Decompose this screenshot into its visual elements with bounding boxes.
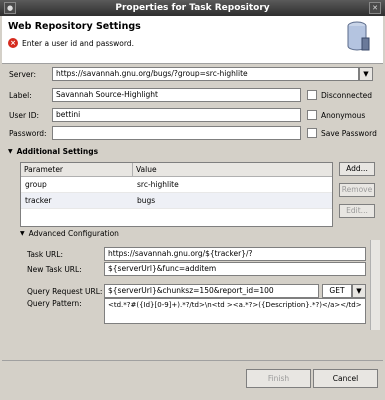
expand-triangle-icon: ▼ xyxy=(20,230,25,237)
anonymous-checkbox-row[interactable]: Anonymous xyxy=(307,110,365,120)
close-icon[interactable]: ✕ xyxy=(369,2,381,14)
password-field[interactable] xyxy=(52,126,301,140)
server-dropdown-button[interactable]: ▼ xyxy=(359,67,373,81)
save-password-checkbox[interactable] xyxy=(307,128,317,138)
additional-settings-toggle[interactable]: ▼ Additional Settings xyxy=(8,147,98,156)
table-cell-parameter: tracker xyxy=(25,196,52,205)
save-password-label: Save Password xyxy=(321,128,377,138)
column-header-value[interactable]: Value xyxy=(133,163,332,176)
additional-settings-title: Additional Settings xyxy=(16,147,99,156)
footer-separator xyxy=(2,360,383,361)
add-button[interactable]: Add... xyxy=(339,162,375,176)
column-header-parameter[interactable]: Parameter xyxy=(21,163,133,176)
new-task-url-label: New Task URL: xyxy=(27,265,82,274)
edit-button[interactable]: Edit... xyxy=(339,204,375,218)
table-header: Parameter Value xyxy=(21,163,332,177)
table-row[interactable]: group src-highlite xyxy=(21,177,332,193)
table-cell-value: bugs xyxy=(137,196,156,205)
remove-button[interactable]: Remove xyxy=(339,183,375,197)
anonymous-label: Anonymous xyxy=(321,110,366,120)
new-task-url-field[interactable]: ${serverUrl}&func=additem xyxy=(104,262,366,276)
query-request-url-field[interactable]: ${serverUrl}&chunksz=150&report_id=100 xyxy=(104,284,319,298)
disconnected-checkbox-row[interactable]: Disconnected xyxy=(307,90,372,100)
table-cell-parameter: group xyxy=(25,180,47,189)
window-title: Properties for Task Repository xyxy=(115,3,270,13)
advanced-configuration-toggle[interactable]: ▼ Advanced Configuration xyxy=(20,229,119,238)
label-label: Label: xyxy=(9,91,32,100)
task-url-label: Task URL: xyxy=(27,250,63,259)
window-menu-icon[interactable]: ● xyxy=(4,2,16,14)
label-field[interactable]: Savannah Source-Highlight xyxy=(52,88,301,102)
userid-field[interactable]: bettini xyxy=(52,108,301,122)
parameters-table: Parameter Value group src-highlite track… xyxy=(20,162,333,227)
task-url-field[interactable]: https://savannah.gnu.org/${tracker}/? xyxy=(104,247,366,261)
method-select[interactable]: GET xyxy=(322,284,352,298)
save-password-checkbox-row[interactable]: Save Password xyxy=(307,128,377,138)
query-request-url-label: Query Request URL: xyxy=(27,287,103,296)
method-dropdown-button[interactable]: ▼ xyxy=(352,284,366,298)
advanced-configuration-title: Advanced Configuration xyxy=(28,229,119,238)
error-message: × Enter a user id and password. xyxy=(8,38,134,48)
disconnected-checkbox[interactable] xyxy=(307,90,317,100)
userid-label: User ID: xyxy=(9,111,39,120)
error-text: Enter a user id and password. xyxy=(22,38,134,48)
query-pattern-label: Query Pattern: xyxy=(27,299,82,308)
disconnected-label: Disconnected xyxy=(321,90,373,100)
repository-icon xyxy=(347,21,370,51)
page-title: Web Repository Settings xyxy=(8,21,141,32)
wizard-header: Web Repository Settings × Enter a user i… xyxy=(2,16,383,64)
table-cell-value: src-highlite xyxy=(137,180,179,189)
window-titlebar: ● Properties for Task Repository ✕ xyxy=(0,0,385,16)
password-label: Password: xyxy=(9,129,47,138)
query-pattern-textarea[interactable]: <td.*?#({Id}[0-9]+).*?/td>\n<td ><a.*?>(… xyxy=(104,298,366,324)
server-label: Server: xyxy=(9,70,36,79)
finish-button[interactable]: Finish xyxy=(246,369,311,388)
error-icon: × xyxy=(8,38,18,48)
anonymous-checkbox[interactable] xyxy=(307,110,317,120)
server-field[interactable]: https://savannah.gnu.org/bugs/?group=src… xyxy=(52,67,359,81)
vertical-scrollbar[interactable] xyxy=(370,240,380,330)
cancel-button[interactable]: Cancel xyxy=(313,369,378,388)
expand-triangle-icon: ▼ xyxy=(8,148,13,155)
table-row[interactable]: tracker bugs xyxy=(21,193,332,209)
